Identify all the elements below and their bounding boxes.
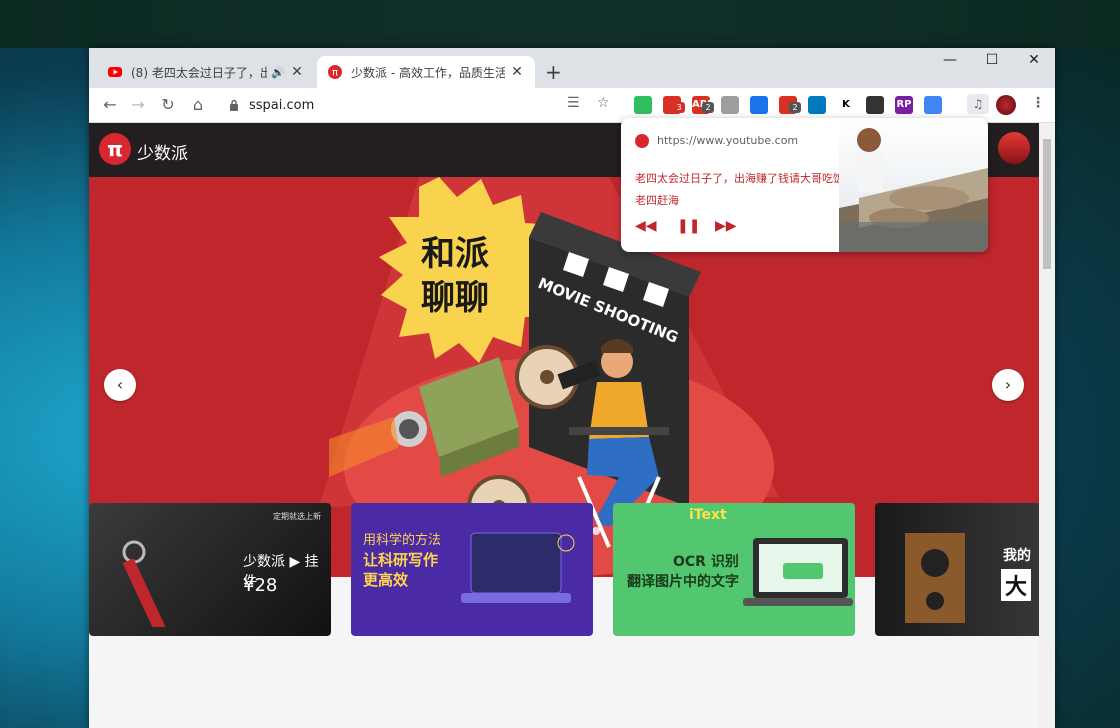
window-close-button[interactable]: ✕ (1011, 52, 1055, 76)
card-line1: 我的 (1003, 548, 1031, 564)
evernote-icon[interactable] (634, 96, 652, 114)
carousel-next-button[interactable]: › (992, 369, 1024, 401)
extension-badge: 2 (789, 102, 801, 113)
back-button[interactable]: ← (99, 94, 121, 116)
media-controls-popup: https://www.youtube.com 老四太会过日子了，出海赚了钱请大… (621, 118, 988, 252)
card-line1: 用科学的方法 (363, 533, 442, 548)
tab-title: (8) 老四太会过日子了，出海 (131, 65, 268, 80)
pause-button[interactable]: ❚❚ (677, 218, 700, 234)
laptop-icon (743, 538, 853, 606)
reader-mode-icon[interactable]: ☰ (567, 95, 580, 111)
cube-ext-icon[interactable] (750, 96, 768, 114)
forward-button[interactable]: → (127, 94, 149, 116)
promo-card-itext[interactable]: iText OCR 识别 翻译图片中的文字 (613, 503, 855, 636)
media-source-url: https://www.youtube.com (657, 134, 799, 147)
tab-sspai[interactable]: π 少数派 - 高效工作，品质生活 ✕ (317, 56, 535, 88)
reload-button[interactable]: ↻ (157, 94, 179, 116)
rp-ext-icon[interactable]: RP (895, 96, 913, 114)
extension-badge: 2 (702, 102, 714, 113)
carousel-dot[interactable] (592, 527, 600, 535)
card-price: ¥28 (243, 575, 278, 596)
site-name[interactable]: 少数派 (137, 139, 188, 164)
site-logo[interactable]: π (99, 133, 131, 165)
carousel-prev-button[interactable]: ‹ (104, 369, 136, 401)
media-control-icon[interactable]: ♫ (967, 94, 989, 114)
speaker-icon (905, 533, 965, 623)
tab-title: 少数派 - 高效工作，品质生活 (351, 65, 505, 80)
k-ext-icon[interactable]: K (837, 96, 855, 114)
url-text: sspai.com (249, 97, 315, 113)
bookmark-star-icon[interactable]: ☆ (597, 95, 610, 111)
new-tab-button[interactable]: + (545, 60, 562, 84)
speaker-icon[interactable]: 🔊 (271, 66, 285, 79)
card-tag: 定期就选上新 (273, 512, 321, 521)
media-thumbnail (839, 118, 988, 252)
bubble-line1: 和派 (421, 234, 489, 274)
menu-icon[interactable]: ⋮ (1031, 95, 1045, 111)
home-button[interactable]: ⌂ (187, 94, 209, 116)
card-line2: 翻译图片中的文字 (627, 574, 739, 590)
scrollbar-thumb[interactable] (1043, 139, 1051, 269)
laptop-icon (461, 532, 575, 603)
maximize-button[interactable]: ☐ (969, 52, 1015, 76)
card-line3: 更高效 (363, 571, 409, 589)
close-tab-button[interactable]: ✕ (509, 64, 525, 80)
card-line2: 让科研写作 (363, 551, 439, 569)
svg-text:π: π (332, 68, 338, 79)
youtube-icon (108, 67, 122, 77)
promo-card-pendant[interactable]: 定期就选上新 少数派 ▶ 挂件 ¥28 (89, 503, 331, 636)
tab-youtube[interactable]: (8) 老四太会过日子了，出海 🔊 ✕ (97, 56, 315, 88)
promo-card-research[interactable]: 用科学的方法 让科研写作 更高效 (351, 503, 593, 636)
page-scrollbar[interactable] (1039, 123, 1055, 728)
circle-ext-icon[interactable] (721, 96, 739, 114)
promo-card-speaker[interactable]: 我的 大 (875, 503, 1039, 636)
address-bar[interactable]: sspai.com (229, 92, 621, 118)
extension-badge: 3 (673, 102, 685, 113)
close-tab-button[interactable]: ✕ (289, 64, 305, 80)
desktop-background (0, 0, 1120, 48)
trello-icon[interactable] (808, 96, 826, 114)
minimize-button[interactable]: — (927, 52, 973, 76)
youtube-origin-icon (635, 134, 649, 148)
keychain-icon (122, 540, 168, 627)
user-avatar[interactable] (998, 132, 1030, 164)
lock-icon (230, 99, 238, 111)
sspai-icon: π (328, 65, 342, 79)
translate-icon[interactable] (924, 96, 942, 114)
card-line1: OCR 识别 (673, 554, 739, 570)
next-track-button[interactable]: ▶▶ (715, 218, 737, 234)
bubble-line2: 聊聊 (421, 278, 489, 318)
card-brand: iText (689, 507, 727, 523)
tab-strip: (8) 老四太会过日子了，出海 🔊 ✕ π 少数派 - 高效工作，品质生活 ✕ … (89, 48, 1055, 88)
card-line2: 大 (1001, 569, 1032, 601)
profile-avatar[interactable] (996, 95, 1016, 115)
previous-track-button[interactable]: ◀◀ (635, 218, 657, 234)
qr-code-icon[interactable] (866, 96, 884, 114)
